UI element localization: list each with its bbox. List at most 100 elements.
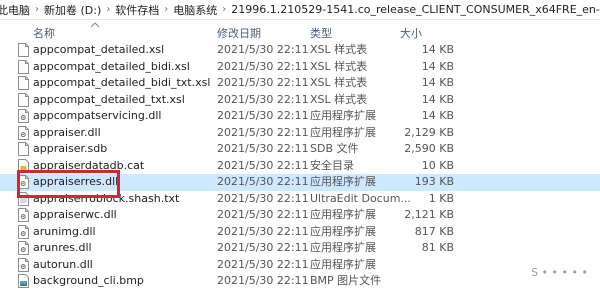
file-size: 81 KB	[421, 241, 454, 254]
file-type: 安全目录	[310, 158, 354, 172]
file-modified-date: 2021/5/30 22:11	[217, 257, 309, 271]
file-modified-date: 2021/5/30 22:11	[217, 158, 309, 172]
file-modified-date: 2021/5/30 22:11	[217, 59, 309, 73]
file-row[interactable]: background_cli.bmp 2021/5/30 22:11 BMP 图片文…	[0, 273, 600, 290]
file-modified-date: 2021/5/30 22:11	[217, 109, 309, 122]
txt-file-icon	[18, 191, 29, 206]
file-row[interactable]: appraiser.sdb 2021/5/30 22:11 SDB 文件 2,590 …	[0, 141, 600, 158]
xsl-file-icon	[18, 92, 29, 107]
xsl-file-icon	[18, 59, 29, 74]
column-header-size[interactable]: 大小	[400, 25, 422, 41]
file-type: 应用程序扩展	[310, 175, 376, 188]
file-row[interactable]: arunimg.dll 2021/5/30 22:11 应用程序扩展 817 KB	[0, 224, 600, 241]
column-header-date[interactable]: 修改日期	[217, 25, 261, 41]
file-name: appraiserroblock.shash.txt	[33, 191, 180, 205]
file-modified-date: 2021/5/30 22:11	[217, 175, 309, 188]
file-row[interactable]: appcompat_detailed_bidi_txt.xsl 2021/5/30…	[0, 75, 600, 92]
file-size: 1 KB	[428, 191, 454, 205]
xsl-file-icon	[18, 43, 29, 57]
file-type: XSL 样式表	[310, 92, 368, 106]
file-row[interactable]: appraiserdatadb.cat 2021/5/30 22:11 安全目录 10…	[0, 158, 600, 175]
file-name: appraiserdatadb.cat	[33, 158, 145, 172]
file-name: appraiser.dll	[33, 125, 101, 139]
dll-file-icon	[18, 208, 29, 222]
dll-file-icon	[18, 224, 29, 239]
file-size: 10 KB	[421, 158, 454, 172]
dll-file-icon	[18, 241, 29, 255]
file-name: appcompat_detailed.xsl	[33, 43, 165, 56]
file-name: autorun.dll	[33, 257, 93, 271]
file-size: 193 KB	[414, 175, 454, 188]
dll-file-icon	[18, 109, 29, 123]
file-row[interactable]: appraiserroblock.shash.txt 2021/5/30 22:1…	[0, 191, 600, 208]
sdb-file-icon	[18, 142, 29, 156]
file-modified-date: 2021/5/30 22:11	[217, 43, 309, 56]
file-name: appcompat_detailed_bidi.xsl	[33, 59, 190, 73]
breadcrumb-item[interactable]: 此电脑	[0, 2, 32, 18]
file-type: 应用程序扩展	[310, 241, 376, 254]
file-name: appraiserres.dll	[33, 175, 119, 188]
file-name: arunimg.dll	[33, 224, 96, 238]
file-type: 应用程序扩展	[310, 208, 376, 221]
file-row[interactable]: autorun.dll 2021/5/30 22:11 应用程序扩展	[0, 257, 600, 274]
file-size: 2,121 KB	[404, 208, 454, 221]
file-type: XSL 样式表	[310, 59, 368, 73]
column-header-row: 名称 修改日期 类型 大小	[0, 22, 600, 42]
file-size: 2,590 KB	[404, 142, 454, 155]
address-breadcrumb[interactable]: 此电脑 › 新加卷 (D:) › 软件存档 › 电脑系统 › 21996.1.210529-15…	[0, 0, 600, 20]
file-row[interactable]: appcompatservicing.dll 2021/5/30 22:11 应用程…	[0, 108, 600, 125]
file-name: appraiser.sdb	[33, 142, 108, 155]
watermark: S • • • • •	[531, 266, 588, 279]
file-type: BMP 图片文件	[310, 274, 382, 287]
file-row[interactable]: appraiser.dll 2021/5/30 22:11 应用程序扩展 2,129 …	[0, 125, 600, 142]
file-modified-date: 2021/5/30 22:11	[217, 274, 309, 287]
file-name: appcompat_detailed_txt.xsl	[33, 92, 185, 106]
file-modified-date: 2021/5/30 22:11	[217, 76, 309, 89]
file-name: appraiserwc.dll	[33, 208, 117, 221]
breadcrumb-item[interactable]: 21996.1.210529-1541.co_release_CLIENT_CO…	[229, 3, 600, 16]
breadcrumb-chevron-icon[interactable]: ›	[32, 4, 42, 15]
file-row[interactable]: appraiserwc.dll 2021/5/30 22:11 应用程序扩展 2,12…	[0, 207, 600, 224]
file-row[interactable]: appcompat_detailed_txt.xsl 2021/5/30 22:1…	[0, 92, 600, 109]
breadcrumb-item[interactable]: 软件存档	[113, 2, 161, 18]
file-size: 14 KB	[421, 59, 454, 73]
file-size: 14 KB	[421, 76, 454, 89]
file-modified-date: 2021/5/30 22:11	[217, 125, 309, 139]
file-row[interactable]: arunres.dll 2021/5/30 22:11 应用程序扩展 81 KB	[0, 240, 600, 257]
file-modified-date: 2021/5/30 22:11	[217, 208, 309, 221]
file-row-selected[interactable]: appraiserres.dll 2021/5/30 22:11 应用程序扩展 193…	[0, 174, 600, 191]
file-modified-date: 2021/5/30 22:11	[217, 142, 309, 155]
breadcrumb-chevron-icon[interactable]: ›	[161, 4, 171, 15]
file-name: arunres.dll	[33, 241, 92, 254]
breadcrumb-item[interactable]: 新加卷 (D:)	[42, 2, 103, 18]
file-size: 817 KB	[414, 224, 454, 238]
file-type: 应用程序扩展	[310, 257, 376, 271]
file-type: XSL 样式表	[310, 43, 368, 56]
column-header-type[interactable]: 类型	[310, 25, 332, 41]
file-size: 14 KB	[421, 92, 454, 106]
file-modified-date: 2021/5/30 22:11	[217, 92, 309, 106]
file-type: 应用程序扩展	[310, 125, 376, 139]
file-modified-date: 2021/5/30 22:11	[217, 224, 309, 238]
sort-up-icon	[90, 22, 100, 28]
file-type: 应用程序扩展	[310, 224, 376, 238]
file-name: appcompat_detailed_bidi_txt.xsl	[33, 76, 211, 89]
dll-file-icon	[18, 175, 29, 189]
file-name: background_cli.bmp	[33, 274, 144, 287]
column-header-name[interactable]: 名称	[33, 25, 55, 41]
breadcrumb-chevron-icon[interactable]: ›	[103, 4, 113, 15]
file-row[interactable]: appcompat_detailed_bidi.xsl 2021/5/30 22:…	[0, 59, 600, 76]
file-size: 14 KB	[421, 109, 454, 122]
file-name: appcompatservicing.dll	[33, 109, 162, 122]
file-modified-date: 2021/5/30 22:11	[217, 191, 309, 205]
dll-file-icon	[18, 125, 29, 140]
xsl-file-icon	[18, 76, 29, 90]
breadcrumb-item[interactable]: 电脑系统	[171, 2, 219, 18]
dll-file-icon	[18, 257, 29, 272]
breadcrumb-chevron-icon[interactable]: ›	[219, 4, 229, 15]
file-modified-date: 2021/5/30 22:11	[217, 241, 309, 254]
file-row[interactable]: appcompat_detailed.xsl 2021/5/30 22:11 XSL…	[0, 42, 600, 59]
cat-file-icon	[18, 158, 29, 173]
file-type: 应用程序扩展	[310, 109, 376, 122]
file-type: SDB 文件	[310, 142, 359, 155]
